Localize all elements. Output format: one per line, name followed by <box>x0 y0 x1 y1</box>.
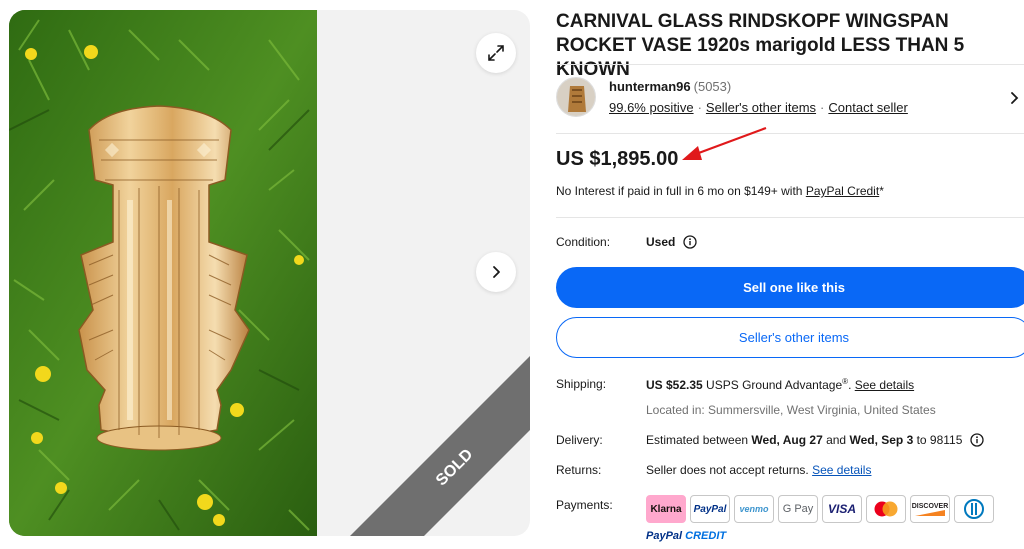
financing-prefix: No Interest if paid in full in 6 mo on $… <box>556 184 806 198</box>
expand-image-button[interactable] <box>476 33 516 73</box>
delivery-value: Estimated between Wed, Aug 27 and Wed, S… <box>646 433 984 447</box>
discover-badge: DISCOVER <box>910 495 950 523</box>
shipping-cost: US $52.35 <box>646 378 703 392</box>
chevron-right-icon[interactable] <box>1010 91 1020 105</box>
seller-other-items-link[interactable]: Seller's other items <box>706 100 816 115</box>
next-image-button[interactable] <box>476 252 516 292</box>
paypal-credit-suffix: CREDIT <box>682 530 727 542</box>
shipping-sep: . <box>848 378 855 392</box>
returns-text: Seller does not accept returns. <box>646 463 813 477</box>
condition-value: Used <box>646 235 676 249</box>
shipping-value: US $52.35 USPS Ground Advantage®. See de… <box>646 377 914 392</box>
condition-value-row: Used <box>646 235 697 249</box>
seller-name-row: hunterman96 (5053) <box>609 79 731 94</box>
separator-dot: · <box>820 100 825 115</box>
expand-icon <box>488 45 504 61</box>
sold-label: SOLD <box>433 446 476 489</box>
paypal-credit-word: PayPal <box>646 530 683 542</box>
contact-seller-link[interactable]: Contact seller <box>828 100 907 115</box>
shipping-service: USPS Ground Advantage <box>702 378 843 392</box>
sellers-other-items-button[interactable]: Seller's other items <box>556 317 1024 358</box>
diners-club-icon <box>964 499 984 519</box>
delivery-suffix: to 98115 <box>913 433 963 447</box>
discover-stripe-icon <box>915 509 945 516</box>
image-gallery: SOLD <box>9 10 530 536</box>
info-icon[interactable] <box>683 235 697 249</box>
returns-value: Seller does not accept returns. See deta… <box>646 463 871 477</box>
info-icon[interactable] <box>970 433 984 447</box>
shipping-see-details-link[interactable]: See details <box>855 378 914 392</box>
delivery-prefix: Estimated between <box>646 433 752 447</box>
venmo-badge: venmo <box>734 495 774 523</box>
financing-suffix: * <box>879 184 884 198</box>
returns-label: Returns: <box>556 463 602 477</box>
separator-dot: · <box>697 100 702 115</box>
delivery-label: Delivery: <box>556 433 603 447</box>
delivery-end-date: Wed, Sep 3 <box>849 433 914 447</box>
seller-avatar[interactable] <box>556 77 596 117</box>
payments-label: Payments: <box>556 498 613 512</box>
payment-methods: Klarna PayPal venmo G Pay VISA DISCOVER <box>646 495 994 523</box>
diners-club-badge <box>954 495 994 523</box>
product-photo[interactable] <box>9 10 317 536</box>
seller-name[interactable]: hunterman96 <box>609 79 691 94</box>
condition-label: Condition: <box>556 235 611 249</box>
seller-card[interactable]: hunterman96 (5053) 99.6% positive · Seller'… <box>556 77 1024 119</box>
google-pay-badge: G Pay <box>778 495 818 523</box>
paypal-badge: PayPal <box>690 495 730 523</box>
seller-positive-link[interactable]: 99.6% positive <box>609 100 694 115</box>
discover-label: DISCOVER <box>911 502 949 510</box>
mastercard-badge <box>866 495 906 523</box>
avatar-image <box>557 78 595 116</box>
returns-see-details-link[interactable]: See details <box>812 463 871 477</box>
shipping-label: Shipping: <box>556 377 607 391</box>
visa-badge: VISA <box>822 495 862 523</box>
delivery-start-date: Wed, Aug 27 <box>751 433 823 447</box>
divider <box>556 64 1024 65</box>
item-price: US $1,895.00 <box>556 148 679 170</box>
seller-links: 99.6% positive · Seller's other items · Cont… <box>609 100 908 115</box>
chevron-right-icon <box>493 266 500 278</box>
vase-on-grass-image <box>9 10 317 536</box>
seller-feedback-count: (5053) <box>693 79 732 94</box>
item-location: Located in: Summersville, West Virginia,… <box>646 403 936 417</box>
annotation-arrow-icon <box>682 126 767 160</box>
delivery-middle: and <box>822 433 850 447</box>
divider <box>556 217 1024 218</box>
sell-one-like-this-button[interactable]: Sell one like this <box>556 267 1024 308</box>
paypal-credit-logo: PayPal CREDIT <box>646 530 726 542</box>
paypal-credit-link[interactable]: PayPal Credit <box>806 184 879 198</box>
klarna-badge: Klarna <box>646 495 686 523</box>
listing-title: CARNIVAL GLASS RINDSKOPF WINGSPAN ROCKET… <box>556 11 965 80</box>
financing-text: No Interest if paid in full in 6 mo on $… <box>556 184 884 198</box>
mastercard-icon <box>874 501 898 517</box>
divider <box>556 133 1024 134</box>
